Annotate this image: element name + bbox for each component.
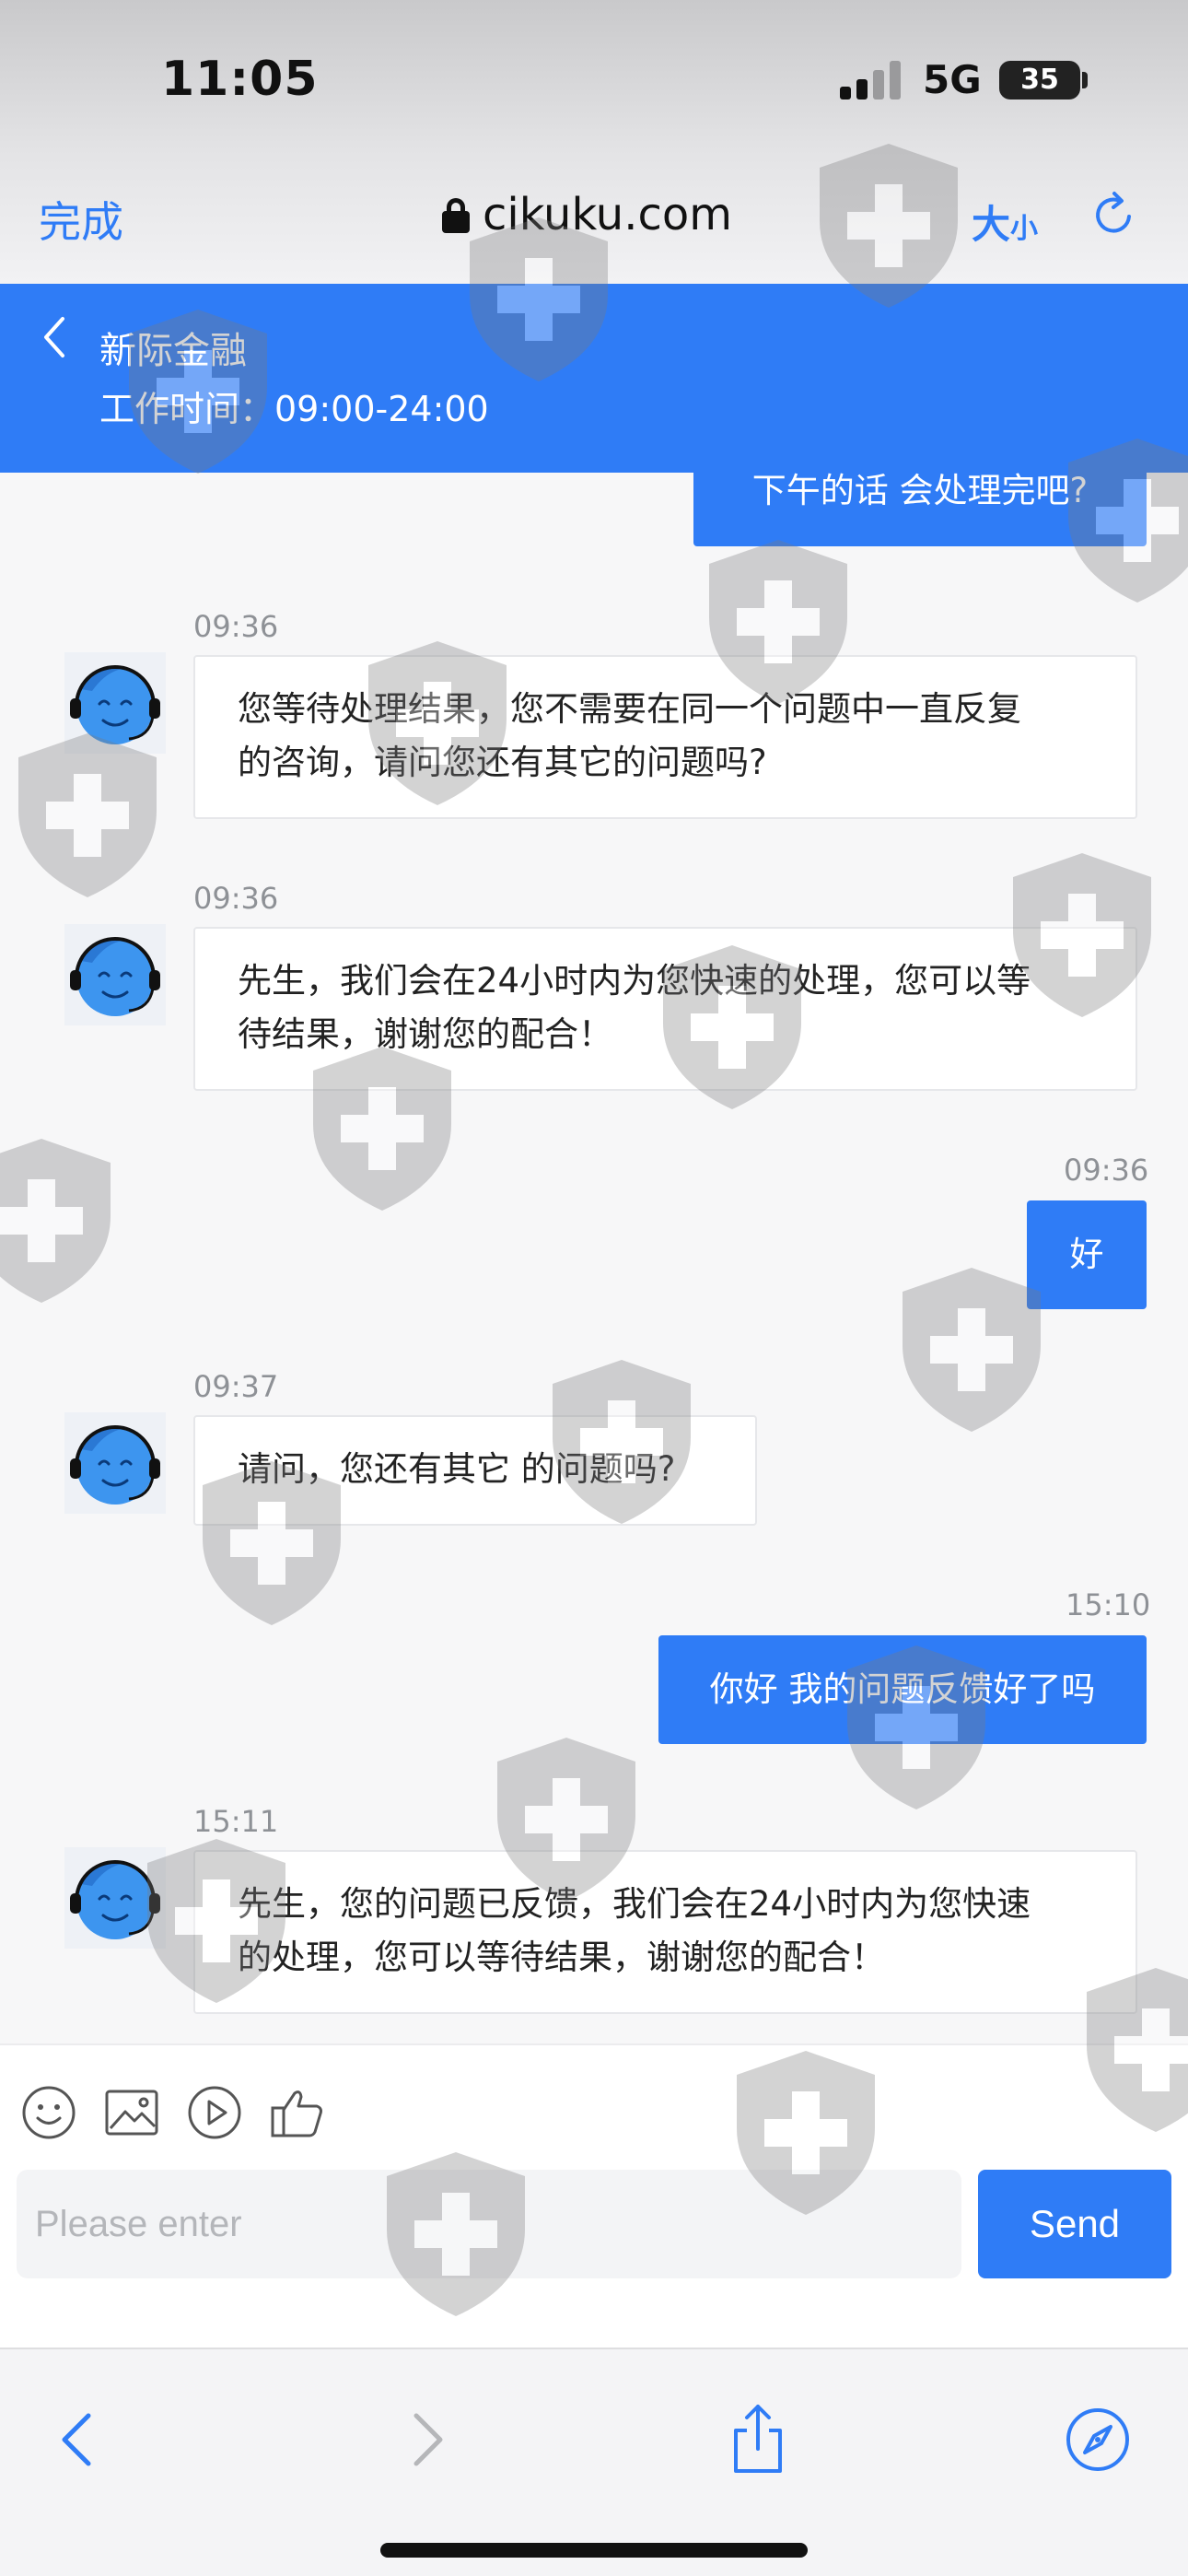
compass-icon[interactable] [1061, 2403, 1135, 2476]
text-size-button[interactable]: 大小 [972, 193, 1038, 250]
battery-tip [1082, 72, 1088, 88]
text-size-small: 小 [1010, 213, 1039, 245]
message-line: 先生，我们会在24小时内为您快速的处理，您可以等 [238, 961, 1031, 1001]
message-line: 先生，您的问题已反馈，我们会在24小时内为您快速 [238, 1884, 1031, 1924]
address-bar[interactable]: cikuku.com [442, 189, 732, 240]
message-list[interactable]: 下午的话 会处理完吧? 09:36 您等待处理结果，您不需要在同一个问题中一直反… [0, 473, 1188, 2043]
lock-icon [442, 198, 470, 233]
chat-header: 新际金融 工作时间：09:00-24:00 [0, 284, 1188, 473]
cellular-signal-icon [840, 61, 904, 100]
share-icon[interactable] [721, 2403, 795, 2476]
message-line: 请问，您还有其它 的问题吗? [238, 1449, 676, 1489]
back-chevron-icon[interactable] [37, 311, 74, 363]
home-indicator [380, 2543, 808, 2558]
agent-avatar-icon [64, 1412, 166, 1514]
back-arrow-icon[interactable] [44, 2403, 118, 2476]
message-line: 的咨询，请问您还有其它的问题吗? [238, 743, 767, 782]
video-play-icon[interactable] [186, 2084, 243, 2141]
incoming-message: 您等待处理结果，您不需要在同一个问题中一直反复 的咨询，请问您还有其它的问题吗? [193, 655, 1137, 819]
message-timestamp: 09:36 [193, 881, 279, 916]
url-text: cikuku.com [483, 189, 732, 240]
message-text: 好 [1069, 1235, 1104, 1274]
agent-avatar-icon [64, 652, 166, 754]
message-timestamp: 15:10 [1066, 1587, 1151, 1622]
incoming-message: 请问，您还有其它 的问题吗? [193, 1415, 757, 1526]
message-line: 待结果，谢谢您的配合！ [238, 1014, 612, 1054]
status-time: 11:05 [161, 52, 319, 107]
message-timestamp: 09:36 [1064, 1153, 1149, 1188]
message-text: 你好 我的问题反馈好了吗 [709, 1669, 1096, 1709]
message-composer: Send [0, 2043, 1188, 2348]
outgoing-message: 好 [1027, 1200, 1147, 1309]
message-line: 您等待处理结果，您不需要在同一个问题中一直反复 [238, 689, 1021, 729]
message-timestamp: 09:37 [193, 1369, 279, 1404]
message-line: 的处理，您可以等待结果，谢谢您的配合！ [238, 1938, 885, 1977]
agent-avatar-icon [64, 924, 166, 1025]
outgoing-message: 下午的话 会处理完吧? [693, 473, 1147, 546]
message-text: 下午的话 会处理完吧? [751, 473, 1089, 510]
incoming-message: 先生，您的问题已反馈，我们会在24小时内为您快速 的处理，您可以等待结果，谢谢您… [193, 1850, 1137, 2014]
browser-bottom-toolbar [0, 2348, 1188, 2576]
forward-arrow-icon[interactable] [387, 2403, 460, 2476]
done-button[interactable]: 完成 [39, 189, 123, 250]
message-input[interactable] [17, 2170, 961, 2278]
thumbs-up-icon[interactable] [269, 2084, 326, 2141]
text-size-large: 大 [972, 202, 1011, 247]
network-type: 5G [923, 57, 982, 102]
work-hours: 工作时间：09:00-24:00 [99, 389, 489, 429]
reload-icon[interactable] [1089, 189, 1140, 240]
incoming-message: 先生，我们会在24小时内为您快速的处理，您可以等 待结果，谢谢您的配合！ [193, 927, 1137, 1091]
battery-icon: 35 [999, 61, 1080, 100]
chat-title: 新际金融 [99, 330, 247, 372]
image-icon[interactable] [103, 2084, 160, 2141]
browser-top-bar: 11:05 5G 35 完成 cikuku.com 大小 [0, 0, 1188, 284]
outgoing-message: 你好 我的问题反馈好了吗 [658, 1635, 1147, 1744]
emoji-icon[interactable] [20, 2084, 77, 2141]
agent-avatar-icon [64, 1847, 166, 1949]
message-timestamp: 09:36 [193, 609, 279, 644]
message-timestamp: 15:11 [193, 1804, 279, 1839]
send-button[interactable]: Send [978, 2170, 1171, 2278]
